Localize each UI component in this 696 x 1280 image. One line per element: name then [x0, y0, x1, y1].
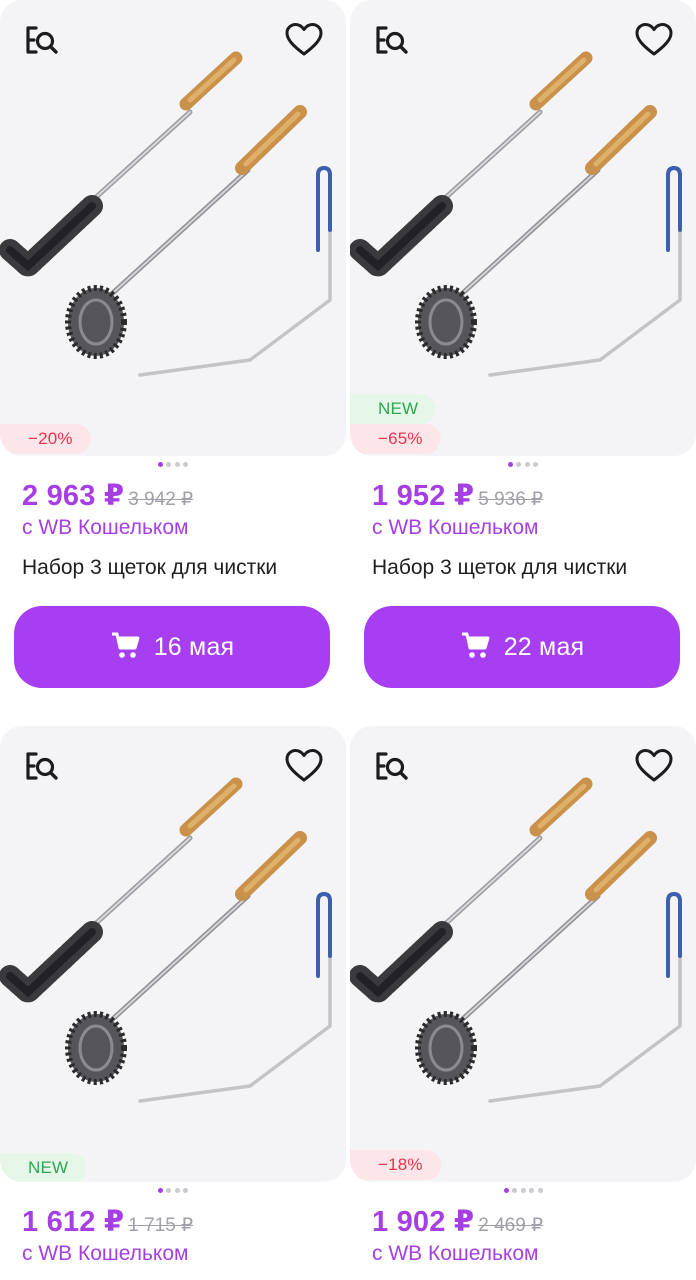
heart-icon[interactable] [632, 18, 676, 62]
product-photo[interactable]: NEW [0, 726, 346, 1182]
pager-dot [516, 462, 522, 467]
heart-icon[interactable] [282, 18, 326, 62]
price: 1 902 ₽ [372, 1206, 475, 1238]
price-row: 1 902 ₽2 469 ₽ [372, 1204, 543, 1239]
product-photo[interactable]: −20% [0, 0, 346, 456]
wallet-price-label: с WB Кошельком [22, 516, 189, 539]
product-title[interactable]: Набор 3 щеток для чистки [22, 556, 332, 580]
image-pager-dots [0, 460, 346, 470]
cart-icon [110, 630, 142, 665]
pager-dot [183, 1188, 189, 1193]
pager-dot [174, 462, 180, 467]
discount-badge: −20% [0, 424, 91, 454]
similar-search-icon[interactable] [20, 744, 64, 788]
old-price: 1 715 ₽ [128, 1215, 194, 1236]
product-photo[interactable]: NEW −65% [350, 0, 696, 456]
product-image [350, 777, 682, 1103]
add-to-cart-button[interactable]: 16 мая [14, 606, 330, 688]
pager-dot [503, 1188, 509, 1193]
price: 2 963 ₽ [22, 480, 125, 512]
similar-search-icon[interactable] [370, 744, 414, 788]
product-image [350, 51, 682, 377]
product-photo[interactable]: −18% [350, 726, 696, 1182]
product-image [0, 777, 332, 1103]
price-row: 1 952 ₽5 936 ₽ [372, 478, 543, 513]
price-row: 2 963 ₽3 942 ₽ [22, 478, 193, 513]
product-title[interactable]: Набор 3 щеток для чистки [372, 556, 682, 580]
pager-dot [166, 1188, 172, 1193]
price-row: 1 612 ₽1 715 ₽ [22, 1204, 193, 1239]
pager-dot [157, 1188, 163, 1193]
discount-badge: −65% [350, 424, 441, 454]
pager-dot [507, 462, 513, 467]
pager-dot [512, 1188, 517, 1193]
cart-icon [460, 630, 492, 665]
pager-dot [529, 1188, 534, 1193]
add-to-cart-button[interactable]: 22 мая [364, 606, 680, 688]
old-price: 3 942 ₽ [128, 489, 194, 510]
similar-search-icon[interactable] [370, 18, 414, 62]
old-price: 5 936 ₽ [478, 489, 544, 510]
delivery-date: 22 мая [503, 632, 585, 661]
pager-dot [537, 1188, 543, 1193]
wallet-price-label: с WB Кошельком [22, 1242, 189, 1265]
new-badge: NEW [0, 1153, 87, 1182]
discount-badge: −18% [350, 1150, 441, 1180]
heart-icon[interactable] [282, 744, 326, 788]
product-image [0, 51, 332, 377]
price: 1 612 ₽ [22, 1206, 125, 1238]
pager-dot [520, 1188, 526, 1193]
image-pager-dots [350, 1186, 696, 1196]
pager-dot [183, 462, 189, 467]
pager-dot [524, 462, 530, 467]
wallet-price-label: с WB Кошельком [372, 516, 539, 539]
delivery-date: 16 мая [153, 632, 235, 661]
heart-icon[interactable] [632, 744, 676, 788]
wallet-price-label: с WB Кошельком [372, 1242, 539, 1265]
new-badge: NEW [350, 394, 437, 424]
pager-dot [157, 462, 163, 467]
pager-dot [174, 1188, 180, 1193]
pager-dot [533, 462, 539, 467]
similar-search-icon[interactable] [20, 18, 64, 62]
image-pager-dots [0, 1186, 346, 1196]
image-pager-dots [350, 460, 696, 470]
pager-dot [166, 462, 172, 467]
price: 1 952 ₽ [372, 480, 475, 512]
old-price: 2 469 ₽ [478, 1215, 544, 1236]
